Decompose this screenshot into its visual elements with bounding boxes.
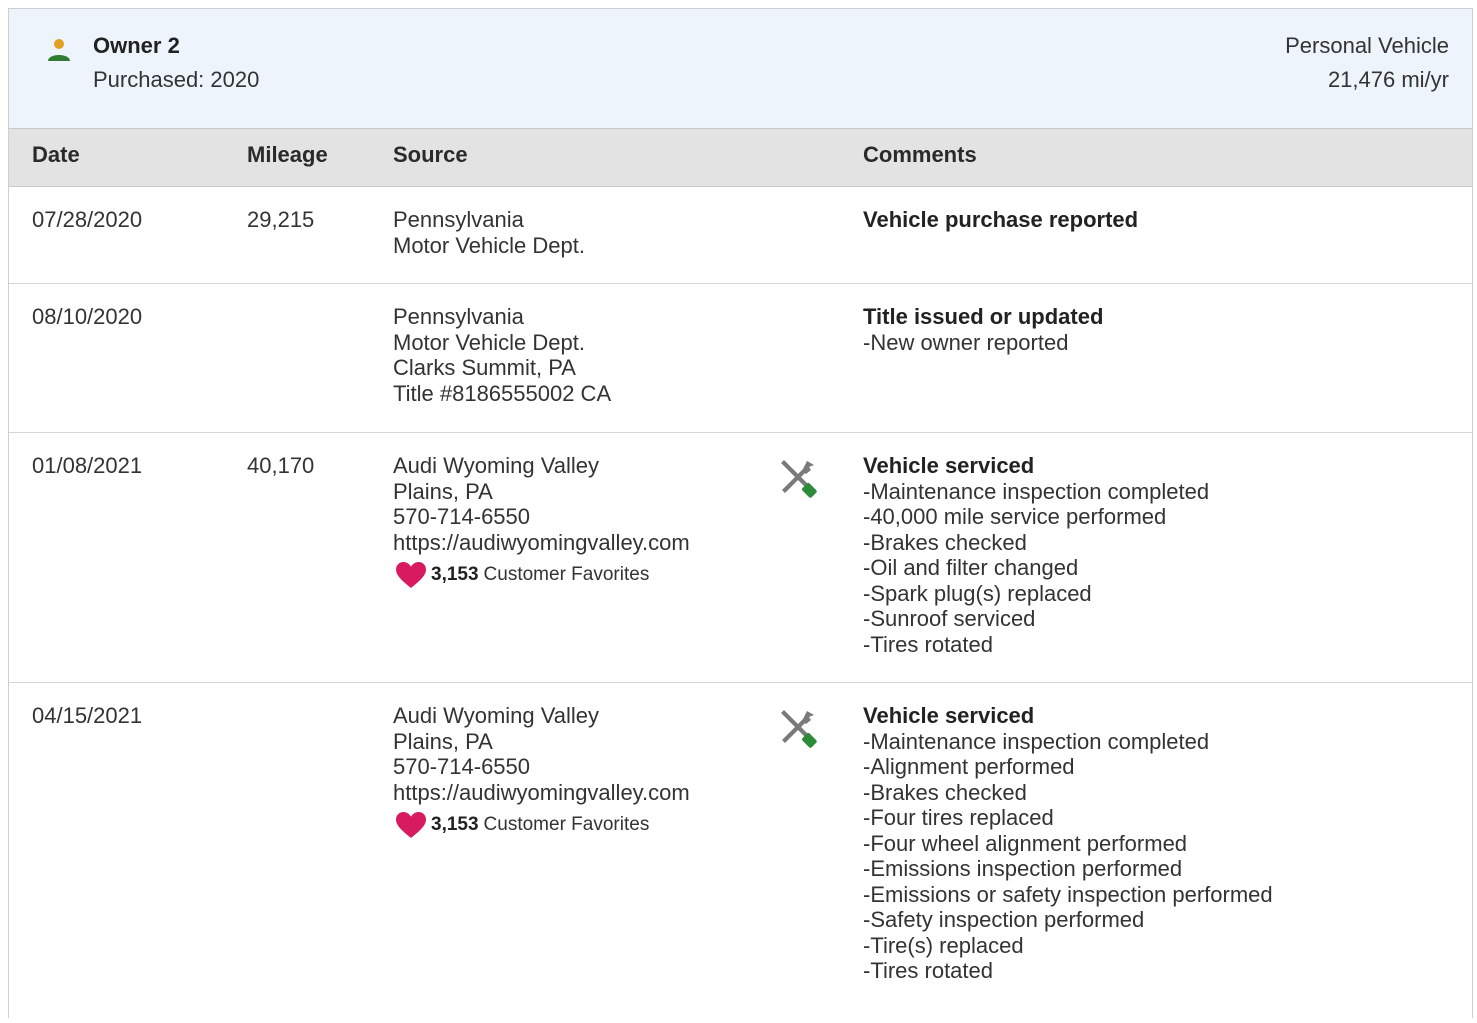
favorites-label: Customer Favorites xyxy=(483,564,650,586)
column-header-mileage: Mileage xyxy=(247,142,328,167)
table-header: Date Mileage Source Comments xyxy=(9,129,1472,187)
favorites-label: Customer Favorites xyxy=(483,814,650,836)
comment-item: -Alignment performed xyxy=(863,754,1075,779)
comment-item: -Safety inspection performed xyxy=(863,907,1145,932)
comment-item: -Oil and filter changed xyxy=(863,555,1079,580)
record-source: Audi Wyoming Valley Plains, PA 570-714-6… xyxy=(393,453,690,589)
mileage-rate: 21,476 mi/yr xyxy=(1327,67,1449,92)
record-comments: Title issued or updated -New owner repor… xyxy=(863,304,1103,355)
customer-favorites[interactable]: 3,153 Customer Favorites xyxy=(393,561,690,589)
record-source: Pennsylvania Motor Vehicle Dept. Clarks … xyxy=(393,304,611,406)
column-header-source: Source xyxy=(393,142,468,167)
comment-title: Vehicle purchase reported xyxy=(863,207,1139,232)
comment-title: Title issued or updated xyxy=(863,304,1104,329)
source-line: Clarks Summit, PA xyxy=(393,355,576,380)
table-row: 08/10/2020 Pennsylvania Motor Vehicle De… xyxy=(9,284,1472,433)
heart-icon xyxy=(396,812,426,838)
comment-title: Vehicle serviced xyxy=(863,453,1035,478)
source-name: Audi Wyoming Valley xyxy=(393,703,600,728)
table-row: 04/15/2021 Audi Wyoming Valley Plains, P… xyxy=(9,683,1472,1023)
record-comments: Vehicle purchase reported xyxy=(863,207,1138,233)
comment-item: -New owner reported xyxy=(863,329,1069,355)
customer-favorites[interactable]: 3,153 Customer Favorites xyxy=(393,811,690,839)
record-date: 08/10/2020 xyxy=(32,304,143,329)
comment-item: -Maintenance inspection completed xyxy=(863,478,1210,504)
comment-title: Vehicle serviced xyxy=(863,703,1035,728)
column-header-date: Date xyxy=(32,142,80,167)
comment-item: -Tire(s) replaced xyxy=(863,932,1024,958)
source-line: Pennsylvania xyxy=(393,304,524,329)
comment-item: -Spark plug(s) replaced xyxy=(863,580,1092,606)
favorites-count: 3,153 xyxy=(431,564,479,586)
record-mileage: 40,170 xyxy=(247,453,315,478)
comment-item: -Emissions or safety inspection performe… xyxy=(863,881,1273,907)
record-source: Audi Wyoming Valley Plains, PA 570-714-6… xyxy=(393,703,690,839)
vehicle-type: Personal Vehicle xyxy=(1285,33,1449,58)
record-source: Pennsylvania Motor Vehicle Dept. xyxy=(393,207,585,258)
favorites-count: 3,153 xyxy=(431,814,479,836)
record-mileage: 29,215 xyxy=(247,207,315,232)
source-website-link[interactable]: https://audiwyomingvalley.com xyxy=(393,530,690,556)
person-icon xyxy=(48,39,70,61)
owner-header: Owner 2 Purchased: 2020 Personal Vehicle… xyxy=(9,9,1472,129)
source-line: Motor Vehicle Dept. xyxy=(393,232,585,258)
heart-icon xyxy=(396,562,426,588)
record-date: 04/15/2021 xyxy=(32,703,143,728)
table-row: 07/28/2020 29,215 Pennsylvania Motor Veh… xyxy=(9,187,1472,284)
comment-item: -Tires rotated xyxy=(863,631,994,657)
wrench-screwdriver-icon xyxy=(781,460,817,498)
source-phone[interactable]: 570-714-6550 xyxy=(393,504,690,530)
comment-item: -Four wheel alignment performed xyxy=(863,830,1188,856)
record-date: 01/08/2021 xyxy=(32,453,143,478)
wrench-screwdriver-icon xyxy=(781,710,817,748)
table-row: 01/08/2021 40,170 Audi Wyoming Valley Pl… xyxy=(9,433,1472,683)
source-line: Motor Vehicle Dept. xyxy=(393,329,585,355)
owner-purchased-year: Purchased: 2020 xyxy=(93,67,260,92)
comment-item: -Sunroof serviced xyxy=(863,606,1036,631)
comment-item: -Brakes checked xyxy=(863,779,1027,805)
source-line: Title #8186555002 CA xyxy=(393,380,612,406)
source-location: Plains, PA xyxy=(393,728,493,754)
source-location: Plains, PA xyxy=(393,478,493,504)
source-website-link[interactable]: https://audiwyomingvalley.com xyxy=(393,780,690,806)
owner-history-card: Owner 2 Purchased: 2020 Personal Vehicle… xyxy=(8,8,1473,1018)
comment-item: -Emissions inspection performed xyxy=(863,856,1183,881)
comment-item: -Brakes checked xyxy=(863,529,1027,555)
comment-item: -40,000 mile service performed xyxy=(863,504,1167,529)
record-date: 07/28/2020 xyxy=(32,207,143,232)
source-phone[interactable]: 570-714-6550 xyxy=(393,754,690,780)
owner-title: Owner 2 xyxy=(93,33,180,58)
source-line: Pennsylvania xyxy=(393,207,524,232)
record-comments: Vehicle serviced -Maintenance inspection… xyxy=(863,703,1273,984)
record-comments: Vehicle serviced -Maintenance inspection… xyxy=(863,453,1209,657)
comment-item: -Tires rotated xyxy=(863,958,994,983)
comment-item: -Four tires replaced xyxy=(863,805,1054,830)
column-header-comments: Comments xyxy=(863,142,977,167)
source-name: Audi Wyoming Valley xyxy=(393,453,600,478)
comment-item: -Maintenance inspection completed xyxy=(863,728,1210,754)
